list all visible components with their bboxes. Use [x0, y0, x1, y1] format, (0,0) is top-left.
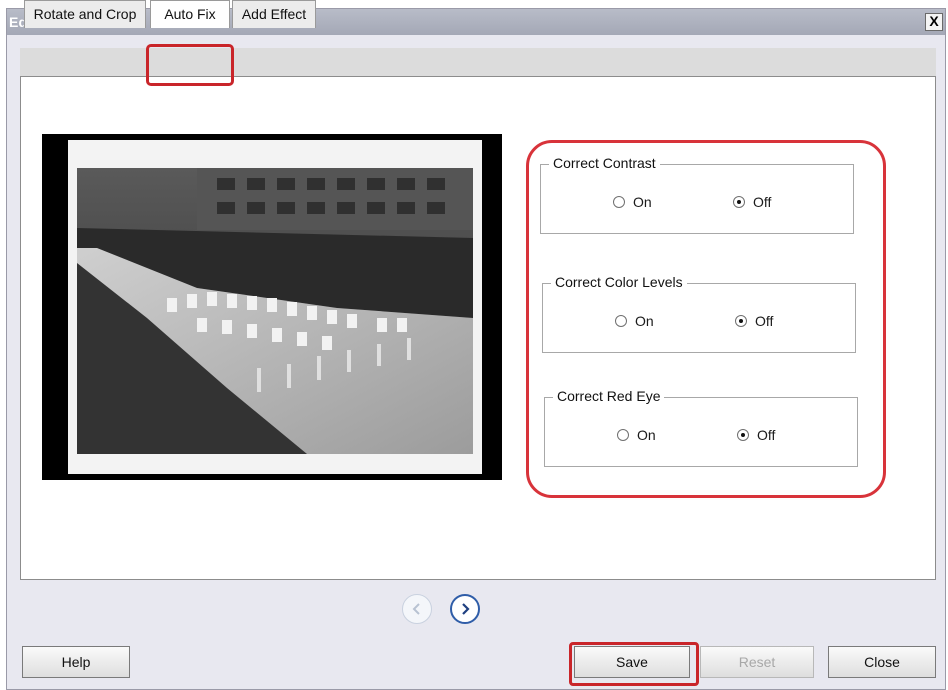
parade-photo-image — [77, 168, 473, 454]
close-button[interactable]: Close — [828, 646, 936, 678]
correct-red-eye-group: Correct Red Eye On Off — [544, 388, 858, 467]
correct-color-levels-group: Correct Color Levels On Off — [542, 274, 856, 353]
radio-label: Off — [753, 194, 772, 210]
correct-red-eye-off-radio[interactable]: Off — [737, 426, 775, 444]
previous-picture-button[interactable] — [402, 594, 432, 624]
save-button-highlight — [569, 642, 699, 686]
correct-contrast-group: Correct Contrast On Off — [540, 155, 854, 234]
next-picture-button[interactable] — [450, 594, 480, 624]
correct-contrast-on-radio[interactable]: On — [613, 193, 652, 211]
radio-checked-icon — [737, 429, 749, 441]
correct-red-eye-on-radio[interactable]: On — [617, 426, 656, 444]
help-button[interactable]: Help — [22, 646, 130, 678]
radio-label: On — [633, 194, 652, 210]
title-bar: Edit Pictures X — [7, 9, 945, 35]
correct-color-levels-off-radio[interactable]: Off — [735, 312, 773, 330]
radio-label: Off — [757, 427, 776, 443]
reset-button[interactable]: Reset — [700, 646, 814, 678]
photo-preview — [77, 168, 473, 454]
radio-label: On — [635, 313, 654, 329]
tab-auto-fix[interactable]: Auto Fix — [150, 0, 230, 28]
radio-checked-icon — [733, 196, 745, 208]
correct-contrast-off-radio[interactable]: Off — [733, 193, 771, 211]
radio-unchecked-icon — [617, 429, 629, 441]
correct-color-levels-on-radio[interactable]: On — [615, 312, 654, 330]
correct-contrast-label: Correct Contrast — [549, 155, 660, 171]
chevron-left-icon — [412, 603, 420, 615]
radio-label: On — [637, 427, 656, 443]
radio-unchecked-icon — [613, 196, 625, 208]
tab-add-effect[interactable]: Add Effect — [232, 0, 316, 28]
close-window-button[interactable]: X — [925, 13, 943, 31]
auto-fix-tab-highlight — [146, 44, 234, 86]
radio-unchecked-icon — [615, 315, 627, 327]
correct-color-levels-label: Correct Color Levels — [551, 274, 687, 290]
correct-red-eye-label: Correct Red Eye — [553, 388, 665, 404]
chevron-right-icon — [462, 603, 470, 615]
radio-label: Off — [755, 313, 774, 329]
tab-rotate-and-crop[interactable]: Rotate and Crop — [24, 0, 146, 28]
radio-checked-icon — [735, 315, 747, 327]
